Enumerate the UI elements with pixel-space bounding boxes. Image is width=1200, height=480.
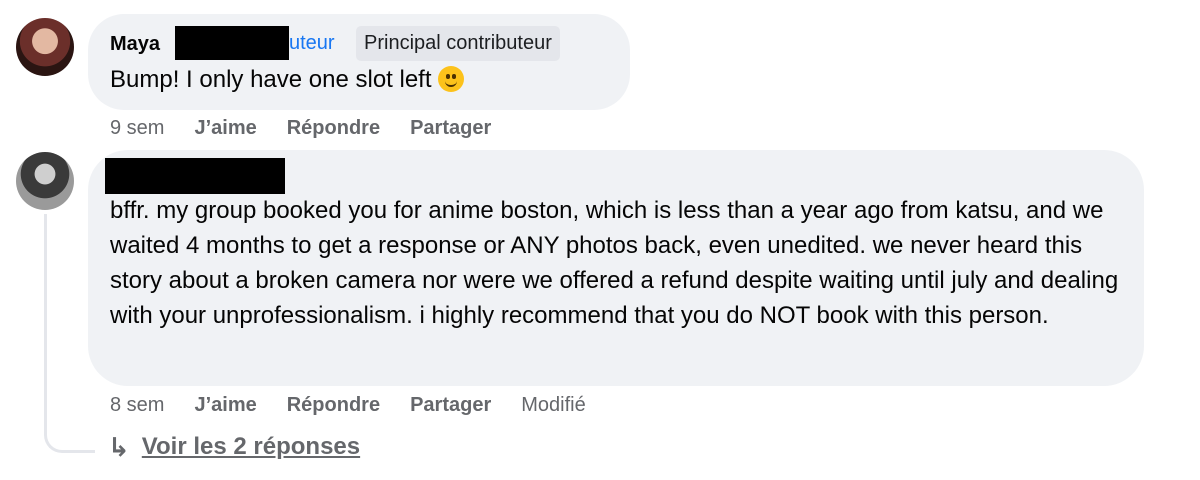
comment-text-content: Bump! I only have one slot left: [110, 66, 432, 93]
like-button[interactable]: J’aime: [194, 117, 256, 140]
like-button[interactable]: J’aime: [194, 394, 256, 417]
comment-timestamp[interactable]: 8 sem: [110, 394, 164, 417]
edited-label: Modifié: [521, 394, 586, 416]
share-button[interactable]: Partager: [410, 394, 491, 417]
contributor-badge: Principal contributeur: [356, 26, 560, 61]
view-replies-label[interactable]: Voir les 2 réponses: [142, 433, 360, 461]
share-button[interactable]: Partager: [410, 117, 491, 140]
comment-text: bffr. my group booked you for anime bost…: [110, 197, 1119, 329]
comment-actions: 9 sem J’aime Répondre Partager: [110, 117, 491, 140]
comment-text: Bump! I only have one slot left: [110, 62, 464, 97]
comment-actions: 8 sem J’aime Répondre Partager Modifié: [110, 394, 586, 417]
redacted-name-block: [105, 158, 285, 194]
view-replies-link[interactable]: ↳ Voir les 2 réponses: [108, 433, 360, 461]
comment-timestamp[interactable]: 9 sem: [110, 117, 164, 140]
reply-arrow-icon: ↳: [108, 432, 130, 462]
reply-button[interactable]: Répondre: [287, 394, 380, 417]
commenter-avatar[interactable]: [16, 18, 74, 76]
comment-author-name[interactable]: Maya: [110, 33, 160, 56]
commenter-avatar[interactable]: [16, 152, 74, 210]
redacted-name-block: [175, 26, 289, 60]
author-role-label: uteur: [289, 32, 335, 54]
smiling-face-icon: [437, 66, 464, 92]
reply-button[interactable]: Répondre: [287, 117, 380, 140]
